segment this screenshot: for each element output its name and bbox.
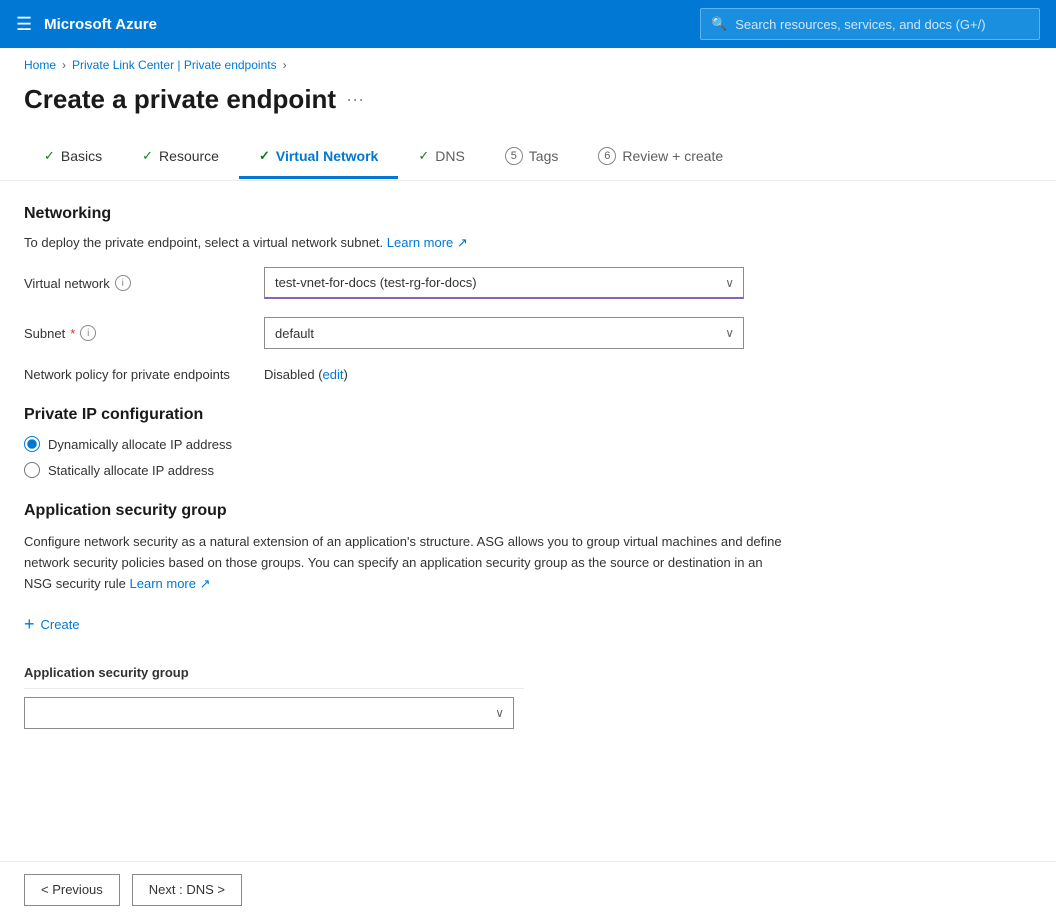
tab-review-create[interactable]: 6 Review + create <box>578 135 743 180</box>
tab-basics[interactable]: ✓ Basics <box>24 136 122 179</box>
subnet-info-icon[interactable]: i <box>80 325 96 341</box>
breadcrumb-home[interactable]: Home <box>24 58 56 72</box>
network-policy-row: Network policy for private endpoints Dis… <box>24 367 876 382</box>
plus-icon: + <box>24 614 35 635</box>
breadcrumb: Home › Private Link Center | Private end… <box>0 48 1056 78</box>
hamburger-icon[interactable]: ☰ <box>16 14 32 35</box>
create-asg-label: Create <box>41 617 80 632</box>
search-placeholder: Search resources, services, and docs (G+… <box>735 17 985 32</box>
tab-dns-label: DNS <box>435 148 465 164</box>
breadcrumb-private-link[interactable]: Private Link Center | Private endpoints <box>72 58 277 72</box>
asg-table: Application security group <box>24 659 524 729</box>
learn-more-link[interactable]: Learn more ↗ <box>387 235 468 250</box>
app-title: Microsoft Azure <box>44 16 688 33</box>
content-area: Networking To deploy the private endpoin… <box>0 205 900 753</box>
static-ip-radio[interactable] <box>24 462 40 478</box>
ip-config-radio-group: Dynamically allocate IP address Statical… <box>24 436 876 478</box>
network-policy-value: Disabled (edit) <box>264 367 348 382</box>
virtual-network-control: test-vnet-for-docs (test-rg-for-docs) <box>264 267 744 299</box>
network-policy-label: Network policy for private endpoints <box>24 367 244 382</box>
review-num: 6 <box>598 147 616 165</box>
asg-select-wrapper <box>24 697 514 729</box>
subnet-select[interactable]: default <box>264 317 744 349</box>
tab-virtual-network-label: Virtual Network <box>276 148 378 164</box>
create-asg-button[interactable]: + Create <box>24 610 80 639</box>
vnet-check-icon: ✓ <box>259 148 270 164</box>
asg-select[interactable] <box>24 697 514 729</box>
tab-tags[interactable]: 5 Tags <box>485 135 579 180</box>
tab-dns[interactable]: ✓ DNS <box>398 136 484 179</box>
asg-section-title: Application security group <box>24 502 876 520</box>
tab-review-create-label: Review + create <box>622 148 723 164</box>
networking-description: To deploy the private endpoint, select a… <box>24 235 876 251</box>
networking-section-title: Networking <box>24 205 876 223</box>
bottom-bar: < Previous Next : DNS > <box>0 861 1056 917</box>
subnet-control: default <box>264 317 744 349</box>
tab-basics-label: Basics <box>61 148 102 164</box>
page-options-icon[interactable]: ··· <box>346 89 364 110</box>
tab-virtual-network[interactable]: ✓ Virtual Network <box>239 136 398 179</box>
search-box[interactable]: 🔍 Search resources, services, and docs (… <box>700 8 1040 40</box>
asg-learn-more-link[interactable]: Learn more ↗ <box>130 576 211 591</box>
breadcrumb-sep2: › <box>283 58 287 72</box>
virtual-network-label: Virtual network i <box>24 275 244 291</box>
private-ip-section-title: Private IP configuration <box>24 406 876 424</box>
resource-check-icon: ✓ <box>142 148 153 164</box>
static-ip-option[interactable]: Statically allocate IP address <box>24 462 876 478</box>
tab-resource[interactable]: ✓ Resource <box>122 136 239 179</box>
subnet-required: * <box>70 326 75 341</box>
asg-select-row <box>24 689 524 730</box>
asg-table-header: Application security group <box>24 659 524 689</box>
page-header: Create a private endpoint ··· <box>0 78 1056 135</box>
previous-button[interactable]: < Previous <box>24 874 120 906</box>
virtual-network-select[interactable]: test-vnet-for-docs (test-rg-for-docs) <box>264 267 744 299</box>
subnet-row: Subnet * i default <box>24 317 876 349</box>
virtual-network-select-wrapper: test-vnet-for-docs (test-rg-for-docs) <box>264 267 744 299</box>
asg-description: Configure network security as a natural … <box>24 532 784 594</box>
subnet-label: Subnet * i <box>24 325 244 341</box>
tab-bar: ✓ Basics ✓ Resource ✓ Virtual Network ✓ … <box>0 135 1056 181</box>
breadcrumb-sep1: › <box>62 58 66 72</box>
next-button[interactable]: Next : DNS > <box>132 874 242 906</box>
search-icon: 🔍 <box>711 16 727 32</box>
dynamic-ip-label: Dynamically allocate IP address <box>48 437 232 452</box>
static-ip-label: Statically allocate IP address <box>48 463 214 478</box>
basics-check-icon: ✓ <box>44 148 55 164</box>
dynamic-ip-radio[interactable] <box>24 436 40 452</box>
tags-num: 5 <box>505 147 523 165</box>
page-title: Create a private endpoint <box>24 84 336 115</box>
tab-tags-label: Tags <box>529 148 559 164</box>
tab-resource-label: Resource <box>159 148 219 164</box>
subnet-select-wrapper: default <box>264 317 744 349</box>
dynamic-ip-option[interactable]: Dynamically allocate IP address <box>24 436 876 452</box>
dns-check-icon: ✓ <box>418 148 429 164</box>
virtual-network-info-icon[interactable]: i <box>115 275 131 291</box>
network-policy-edit-link[interactable]: edit <box>323 367 344 382</box>
topbar: ☰ Microsoft Azure 🔍 Search resources, se… <box>0 0 1056 48</box>
virtual-network-row: Virtual network i test-vnet-for-docs (te… <box>24 267 876 299</box>
asg-select-cell <box>24 689 524 730</box>
